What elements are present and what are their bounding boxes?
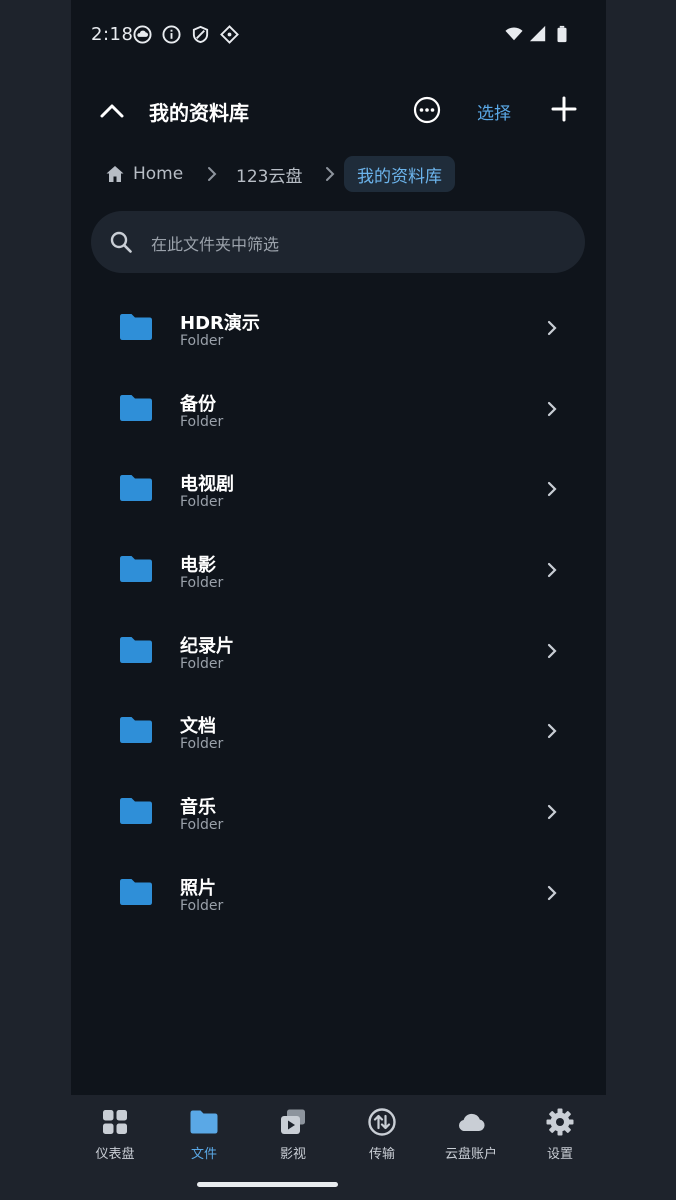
status-bar: 2:18 [71, 0, 606, 70]
list-item[interactable]: 电视剧 Folder [71, 449, 606, 530]
home-gesture-handle[interactable] [197, 1182, 338, 1187]
breadcrumb-current-label: 我的资料库 [357, 166, 442, 187]
folder-icon [120, 394, 152, 421]
breadcrumb: Home 123云盘 我的资料库 [71, 156, 606, 194]
folder-icon [120, 556, 152, 583]
list-item[interactable]: 备份 Folder [71, 369, 606, 450]
nav-label: 仪表盘 [95, 1147, 135, 1162]
folder-icon [120, 475, 152, 502]
page-title: 我的资料库 [149, 101, 249, 125]
add-icon[interactable] [549, 94, 579, 124]
folder-name: 文档 [180, 716, 216, 738]
folder-icon [120, 314, 152, 340]
folder-name: 电视剧 [180, 474, 234, 496]
select-button[interactable]: 选择 [477, 99, 511, 124]
nav-label: 传输 [368, 1147, 395, 1162]
nav-label: 云盘账户 [444, 1147, 497, 1162]
chevron-right-icon [547, 562, 557, 578]
breadcrumb-separator-icon [326, 167, 335, 181]
folder-type: Folder [180, 575, 224, 592]
list-item[interactable]: 照片 Folder [71, 853, 606, 934]
wifi-icon [505, 27, 523, 41]
diamond-icon [220, 25, 239, 44]
list-item[interactable]: 音乐 Folder [71, 772, 606, 853]
chevron-right-icon [547, 724, 557, 739]
app-screen: 2:18 我的资料库 选择 Home 123云盘 我的资料库 在此文件夹中筛选 … [71, 0, 606, 1200]
folder-name: 备份 [180, 393, 216, 415]
signal-icon [529, 25, 546, 42]
breadcrumb-separator-icon [208, 167, 217, 181]
chevron-right-icon [547, 805, 557, 820]
folder-icon [120, 717, 152, 744]
home-icon [106, 166, 124, 182]
folder-type: Folder [180, 413, 224, 430]
cloud-notification-icon [133, 25, 152, 44]
gear-icon [546, 1108, 574, 1136]
nav-label: 设置 [546, 1147, 573, 1162]
folder-icon [120, 798, 152, 825]
shield-icon [192, 25, 209, 44]
breadcrumb-current[interactable]: 我的资料库 [344, 156, 455, 192]
folder-list: HDR演示 Folder 备份 Folder 电视剧 Folder 电影 Fol… [71, 288, 606, 934]
folder-type: Folder [180, 736, 224, 753]
list-item[interactable]: 电影 Folder [71, 530, 606, 611]
folder-name: 电影 [180, 555, 216, 577]
search-icon [110, 231, 132, 253]
list-item[interactable]: 纪录片 Folder [71, 611, 606, 692]
nav-tab-files[interactable]: 文件 [164, 1107, 244, 1162]
folder-type: Folder [180, 655, 224, 672]
nav-tab-transfer[interactable]: 传输 [342, 1107, 422, 1162]
left-margin [0, 0, 71, 1200]
system-status-icons [505, 25, 571, 43]
breadcrumb-item-label: 123云盘 [236, 166, 303, 187]
search-input[interactable]: 在此文件夹中筛选 [91, 211, 585, 273]
folder-icon [120, 636, 152, 663]
nav-label: 影视 [279, 1147, 306, 1162]
top-app-bar: 我的资料库 选择 [71, 82, 606, 138]
folder-name: 纪录片 [180, 635, 234, 657]
dashboard-icon [103, 1110, 127, 1134]
list-item[interactable]: 文档 Folder [71, 691, 606, 772]
chevron-right-icon [547, 885, 557, 900]
more-options-icon[interactable] [412, 95, 442, 125]
collapse-up-icon[interactable] [97, 96, 127, 126]
folder-icon [190, 1110, 218, 1134]
nav-tab-dashboard[interactable]: 仪表盘 [75, 1107, 155, 1162]
folder-icon [120, 878, 152, 905]
nav-label: 文件 [190, 1147, 217, 1162]
breadcrumb-home-label: Home [133, 164, 184, 184]
transfer-icon [368, 1108, 396, 1136]
bottom-navigation: 仪表盘 文件 影视 传输 云盘账户 设置 [71, 1095, 606, 1200]
folder-type: Folder [180, 817, 224, 834]
chevron-right-icon [547, 482, 557, 497]
breadcrumb-home[interactable]: Home [105, 156, 183, 192]
media-icon [281, 1109, 305, 1134]
folder-name: HDR演示 [180, 313, 260, 334]
cloud-icon [459, 1113, 485, 1131]
status-time: 2:18 [91, 24, 134, 45]
folder-type: Folder [180, 333, 224, 349]
chevron-right-icon [547, 401, 557, 416]
folder-name: 音乐 [180, 797, 216, 819]
nav-tab-cloud-account[interactable]: 云盘账户 [431, 1107, 511, 1162]
breadcrumb-item-123cloud[interactable]: 123云盘 [236, 156, 302, 192]
notification-icons [133, 25, 239, 44]
search-placeholder: 在此文件夹中筛选 [151, 235, 280, 254]
folder-type: Folder [180, 494, 224, 511]
chevron-right-icon [547, 320, 557, 336]
right-margin [605, 0, 676, 1200]
nav-tab-settings[interactable]: 设置 [520, 1107, 600, 1162]
list-item[interactable]: HDR演示 Folder [71, 288, 606, 369]
folder-type: Folder [180, 897, 224, 914]
info-icon [162, 25, 181, 44]
folder-name: 照片 [180, 877, 216, 899]
chevron-right-icon [547, 643, 557, 658]
battery-icon [557, 25, 567, 43]
nav-tab-media[interactable]: 影视 [253, 1107, 333, 1162]
